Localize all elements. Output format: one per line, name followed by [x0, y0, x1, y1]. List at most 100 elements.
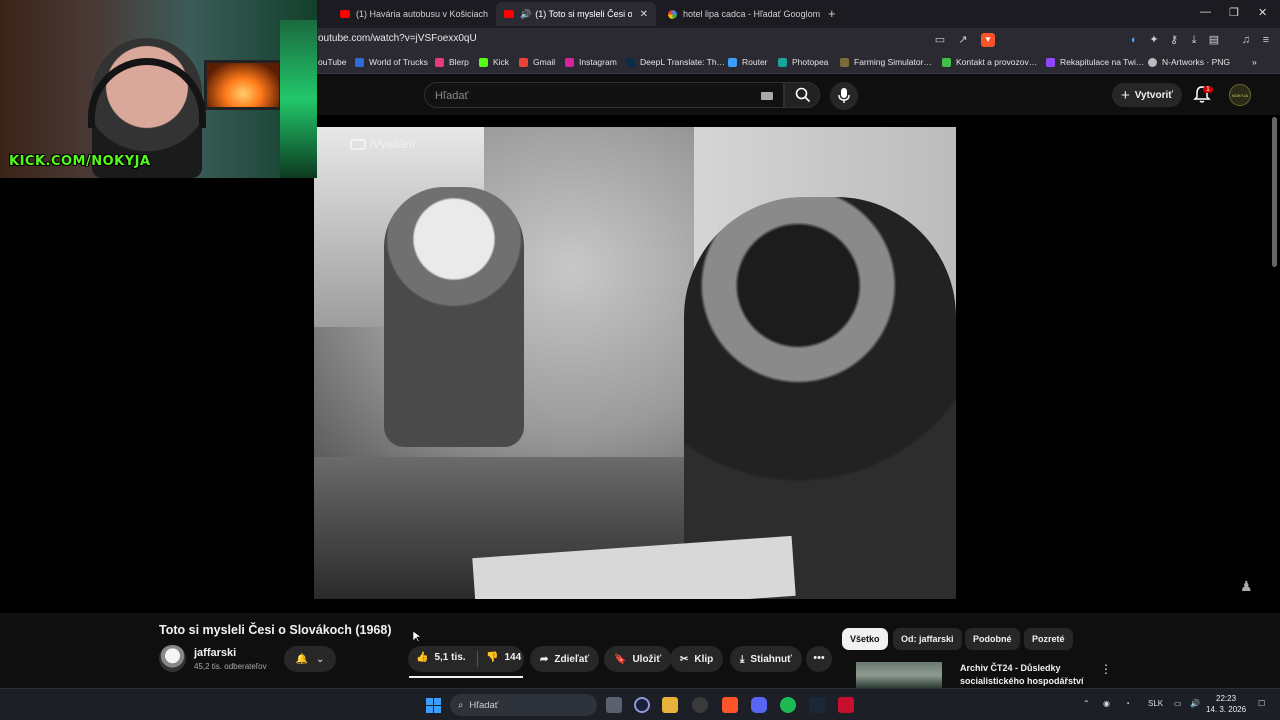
share-page-icon[interactable]: ↗ — [956, 33, 970, 47]
download-button[interactable]: ⤓ Stiahnuť — [730, 646, 802, 672]
new-tab-button[interactable]: + — [828, 6, 836, 21]
more-actions-button[interactable]: ••• — [806, 646, 832, 672]
extensions-icon[interactable]: ✦ — [1147, 33, 1161, 47]
bookmarks-overflow-button[interactable]: » — [1252, 57, 1257, 67]
file-explorer-icon[interactable] — [662, 697, 678, 713]
bookmark-farming-simulator[interactable]: Farming Simulator… — [840, 57, 932, 67]
recommendation-thumbnail[interactable] — [856, 662, 942, 688]
bookmark-youtube[interactable]: ouTube — [318, 57, 347, 67]
brave-shield-icon[interactable]: ▼ — [981, 33, 995, 47]
maximize-button[interactable]: ❐ — [1229, 6, 1239, 19]
tab-hotel-lipa[interactable]: hotel lipa cadca - Hľadať Googlom — [660, 2, 820, 26]
video-player[interactable] — [314, 127, 956, 599]
chip-od-jaffarski[interactable]: Od: jaffarski — [893, 628, 962, 650]
task-view-icon[interactable] — [606, 697, 622, 713]
windows-start-icon[interactable] — [426, 698, 441, 713]
language-indicator[interactable]: SLK — [1148, 699, 1163, 708]
recommendation-menu-icon[interactable]: ⋮ — [1100, 662, 1112, 676]
recommendation-title[interactable]: Archiv ČT24 - Důsledky socialistického h… — [960, 662, 1100, 688]
bookmark-blerp[interactable]: Blerp — [435, 57, 469, 67]
more-icon: ••• — [813, 652, 825, 664]
bookmark-label: N-Artworks · PNG — [1162, 57, 1230, 67]
bookmark-router[interactable]: Router — [728, 57, 768, 67]
steam-icon[interactable] — [809, 697, 825, 713]
network-icon[interactable]: ▭ — [1174, 699, 1182, 708]
bookmark-gmail[interactable]: Gmail — [519, 57, 555, 67]
bookmark-n-artworks[interactable]: N-Artworks · PNG — [1148, 57, 1230, 67]
reader-view-icon[interactable]: ▭ — [933, 33, 947, 47]
thumbs-down-icon: 👎 — [486, 652, 499, 663]
voice-icon[interactable]: ◖ — [1126, 33, 1140, 47]
chip-vsetko[interactable]: Všetko — [842, 628, 888, 650]
create-label: Vytvoriť — [1134, 89, 1174, 101]
minimize-button[interactable]: — — [1200, 6, 1211, 18]
bookmark-icon — [840, 57, 849, 67]
tray-app-icon[interactable]: ◔ — [1125, 699, 1130, 708]
subscription-bell-button[interactable]: 🔔 ⌄ — [284, 646, 336, 672]
tab-toto-si-mysleli[interactable]: 🔊 (1) Toto si mysleli Česi o Slov… ✕ — [496, 2, 656, 26]
close-tab-icon[interactable]: ✕ — [640, 9, 648, 20]
dislike-button[interactable]: 👎 144 — [486, 652, 521, 663]
chip-pozrete[interactable]: Pozreté — [1024, 628, 1073, 650]
password-key-icon[interactable]: ⚷ — [1167, 33, 1181, 47]
bookmark-kick[interactable]: Kick — [479, 57, 509, 67]
taskbar-search[interactable]: ⌕ Hľadať — [450, 694, 597, 716]
bell-icon: 🔔 — [295, 653, 309, 665]
bookmark-label: DeepL Translate: Th… — [640, 57, 726, 67]
menu-icon[interactable]: ≡ — [1259, 33, 1273, 47]
bookmark-label: Blerp — [449, 57, 469, 67]
url-field[interactable]: outube.com/watch?v=jVSFoexx0qU — [318, 33, 477, 44]
discord-icon[interactable] — [751, 697, 767, 713]
notification-center-icon[interactable]: ☐ — [1258, 699, 1265, 708]
channel-name[interactable]: jaffarski — [194, 647, 236, 659]
close-window-button[interactable]: ✕ — [1258, 6, 1267, 19]
bookmark-world-of-trucks[interactable]: World of Trucks — [355, 57, 428, 67]
voice-search-button[interactable] — [830, 82, 858, 110]
taskbar-clock[interactable]: 22:23 14. 3. 2026 — [1206, 693, 1246, 715]
clip-button[interactable]: ✂ Klip — [670, 646, 724, 672]
keyboard-icon[interactable] — [761, 92, 773, 100]
bookmark-deepl[interactable]: DeepL Translate: Th… — [626, 57, 725, 67]
tray-app-icon[interactable]: ◉ — [1103, 699, 1110, 708]
app-icon[interactable] — [692, 697, 708, 713]
volume-icon[interactable]: 🔊 — [1190, 699, 1200, 708]
bookmark-icon — [565, 57, 574, 67]
bookmark-photopea[interactable]: Photopea — [778, 57, 828, 67]
wallet-icon[interactable]: ▤ — [1207, 33, 1221, 47]
media-icon[interactable]: ♫ — [1239, 33, 1253, 47]
tray-overflow-icon[interactable]: ⌃ — [1083, 699, 1090, 708]
spotify-icon[interactable] — [780, 697, 796, 713]
bookmark-instagram[interactable]: Instagram — [565, 57, 617, 67]
video-watermark: iVysílání — [350, 137, 415, 151]
like-dislike-group: 👍 5,1 tis. 👎 144 — [408, 646, 524, 672]
search-button[interactable] — [784, 82, 820, 108]
channel-avatar[interactable] — [159, 645, 186, 672]
download-icon: ⤓ — [740, 653, 745, 665]
chip-label: Podobné — [973, 634, 1012, 644]
bookmark-rekapitulace[interactable]: Rekapitulace na Twi… — [1046, 57, 1144, 67]
tab-havaria[interactable]: (1) Havária autobusu v Košiciach (19… — [332, 2, 490, 26]
green-light — [280, 20, 317, 178]
create-button[interactable]: + Vytvoriť — [1112, 83, 1182, 107]
assistant-icon[interactable]: ♟ — [1240, 578, 1254, 596]
brave-browser-icon[interactable] — [722, 697, 738, 713]
chip-podobne[interactable]: Podobné — [965, 628, 1020, 650]
bookmark-icon — [1148, 57, 1157, 67]
tab-label: (1) Havária autobusu v Košiciach (19… — [356, 9, 490, 19]
obs-icon[interactable] — [634, 697, 650, 713]
search-input[interactable]: Hľadať — [424, 82, 784, 108]
share-button[interactable]: ➦ Zdieľať — [530, 646, 600, 672]
search-placeholder: Hľadať — [435, 90, 469, 102]
account-avatar[interactable]: NOKYJA — [1229, 84, 1251, 106]
dislike-count: 144 — [504, 652, 522, 663]
bookmark-kontakt[interactable]: Kontakt a provozov… — [942, 57, 1037, 67]
save-button[interactable]: 🔖 Uložiť — [604, 646, 672, 672]
windows-taskbar: ⌕ Hľadať ⌃ ◉ ◔ SLK ▭ 🔊 22:23 14. 3. 2026… — [0, 688, 1280, 720]
chip-label: Pozreté — [1032, 634, 1065, 644]
bookmark-label: Instagram — [579, 57, 617, 67]
bookmark-icon — [728, 57, 737, 67]
page-scrollbar[interactable] — [1272, 117, 1277, 267]
like-button[interactable]: 👍 5,1 tis. — [416, 652, 466, 663]
game-icon[interactable] — [838, 697, 854, 713]
download-icon[interactable]: ⤓ — [1187, 33, 1201, 47]
